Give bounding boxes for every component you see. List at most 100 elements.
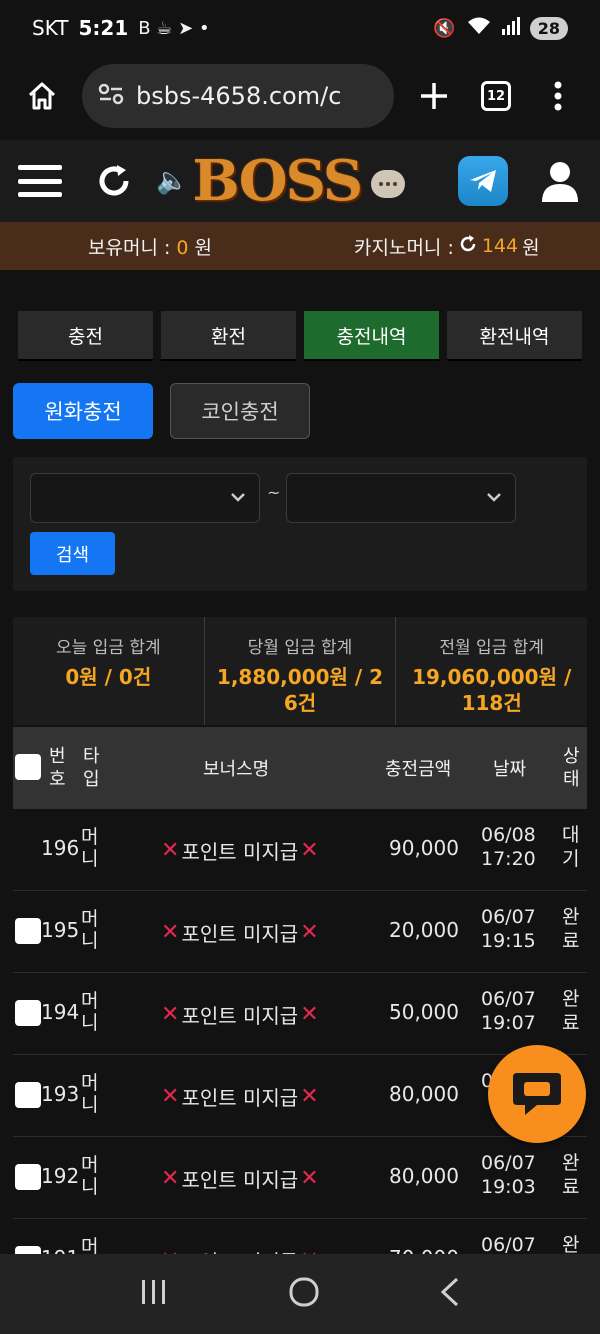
- casino-money-unit: 원: [522, 236, 540, 259]
- row-date: 06/07 19:15: [481, 906, 536, 952]
- subtab-krw-deposit[interactable]: 원화충전: [13, 383, 153, 439]
- mute-icon: 🔇: [433, 17, 456, 39]
- hold-money-label: 보유머니 :: [88, 236, 177, 259]
- back-icon[interactable]: [439, 1277, 461, 1311]
- table-row[interactable]: 196 머 니 ✕ 포인트 미지급 ✕ 90,000 06/08 17:20 대 기: [13, 809, 587, 891]
- row-amount: 80,000: [389, 1164, 459, 1188]
- hold-money-unit: 원: [188, 236, 213, 259]
- row-status: 대 기: [562, 824, 580, 870]
- summary-this-month: 당월 입금 합계 1,880,000원 / 26건: [203, 617, 396, 725]
- row-type: 머 니: [81, 990, 99, 1034]
- row-amount: 20,000: [389, 918, 459, 942]
- tab-switcher-button[interactable]: 12: [474, 74, 518, 118]
- deposit-summary: 오늘 입금 합계 0원 / 0건 당월 입금 합계 1,880,000원 / 2…: [13, 617, 587, 725]
- notification-icons: B ☕ ➤ •: [138, 17, 210, 39]
- select-all-checkbox[interactable]: [15, 754, 41, 780]
- hold-money: 보유머니 : 0 원: [88, 233, 212, 260]
- table-row[interactable]: 192 머 니 ✕ 포인트 미지급 ✕ 80,000 06/07 19:03 완 료: [13, 1137, 587, 1219]
- summary-label: 당월 입금 합계: [247, 638, 353, 658]
- status-bar: SKT 5:21 B ☕ ➤ • 🔇 28: [0, 0, 600, 56]
- row-amount: 90,000: [389, 836, 459, 860]
- tab-withdraw-history[interactable]: 환전내역: [447, 311, 582, 361]
- summary-value: 1,880,000원 / 26건: [216, 665, 384, 715]
- cross-mark-icon: ✕: [161, 1166, 180, 1191]
- url-text[interactable]: bsbs-4658.com/c: [136, 82, 341, 110]
- logo[interactable]: 🔈 BOSS: [156, 148, 406, 214]
- sound-off-icon[interactable]: 🔈: [156, 166, 188, 196]
- address-bar[interactable]: bsbs-4658.com/c: [82, 64, 394, 128]
- row-bonus-text: 포인트 미지급: [181, 1004, 299, 1028]
- clock: 5:21: [78, 16, 129, 40]
- user-icon[interactable]: [538, 159, 582, 203]
- chevron-down-icon: [229, 488, 247, 510]
- search-button[interactable]: 검색: [30, 532, 115, 575]
- table-row[interactable]: 194 머 니 ✕ 포인트 미지급 ✕ 50,000 06/07 19:07 완 료: [13, 973, 587, 1055]
- start-date-select[interactable]: [30, 473, 260, 523]
- summary-label: 오늘 입금 합계: [56, 638, 161, 658]
- cross-mark-icon: ✕: [300, 1084, 319, 1109]
- row-date: 06/08 17:20: [481, 824, 536, 870]
- header-date: 날짜: [493, 759, 527, 780]
- table-row[interactable]: 195 머 니 ✕ 포인트 미지급 ✕ 20,000 06/07 19:15 완 료: [13, 891, 587, 973]
- chat-bubble-icon: [371, 170, 406, 198]
- row-checkbox[interactable]: [15, 1164, 41, 1190]
- hamburger-menu-icon[interactable]: [18, 165, 62, 197]
- row-number: 193: [41, 1082, 80, 1106]
- tab-withdraw[interactable]: 환전: [161, 311, 296, 361]
- summary-today: 오늘 입금 합계 0원 / 0건: [13, 617, 204, 725]
- tab-count: 12: [481, 81, 511, 111]
- row-date: 06/07 19:03: [481, 1152, 536, 1198]
- wifi-icon: [466, 16, 492, 41]
- site-settings-icon[interactable]: [98, 83, 124, 109]
- cross-mark-icon: ✕: [161, 1084, 180, 1109]
- row-status: 완 료: [562, 1152, 580, 1198]
- cross-mark-icon: ✕: [161, 838, 180, 863]
- header-amount: 충전금액: [385, 759, 452, 780]
- new-tab-icon[interactable]: [412, 74, 456, 118]
- money-bar: 보유머니 : 0 원 카지노머니 : 144 원: [0, 222, 600, 270]
- table-header: 번 호 타 입 보너스명 충전금액 날짜 상 태: [13, 727, 587, 809]
- row-type: 머 니: [81, 908, 99, 952]
- row-bonus-text: 포인트 미지급: [181, 922, 299, 946]
- row-date: 06/07 19:07: [481, 988, 536, 1034]
- row-checkbox[interactable]: [15, 1082, 41, 1108]
- end-date-select[interactable]: [286, 473, 516, 523]
- row-bonus: ✕포인트 미지급✕: [161, 1082, 319, 1111]
- header-status: 상 태: [563, 746, 580, 790]
- hold-money-value: 0: [176, 236, 189, 259]
- battery-indicator: 28: [529, 16, 568, 40]
- date-range-separator: ~: [267, 483, 281, 502]
- recent-apps-icon[interactable]: [139, 1278, 169, 1310]
- row-number: 195: [41, 918, 80, 942]
- summary-value: 19,060,000원 / 118건: [412, 665, 572, 715]
- row-amount: 50,000: [389, 1000, 459, 1024]
- row-number: 192: [41, 1164, 80, 1188]
- casino-money: 카지노머니 : 144 원: [354, 233, 540, 260]
- row-status: 완 료: [562, 906, 580, 952]
- casino-money-label: 카지노머니 :: [354, 236, 454, 259]
- summary-last-month: 전월 입금 합계 19,060,000원 / 118건: [395, 617, 587, 725]
- home-icon[interactable]: [20, 74, 64, 118]
- cross-mark-icon: ✕: [300, 1166, 319, 1191]
- more-menu-icon[interactable]: [536, 74, 580, 118]
- site-header: 🔈 BOSS: [0, 140, 600, 222]
- row-type: 머 니: [81, 1154, 99, 1198]
- subtab-coin-deposit[interactable]: 코인충전: [170, 383, 310, 439]
- deposit-history-table: 번 호 타 입 보너스명 충전금액 날짜 상 태 196 머 니 ✕ 포인트 미지급 ✕…: [13, 727, 587, 1301]
- system-navigation-bar: [0, 1254, 600, 1334]
- row-number: 194: [41, 1000, 80, 1024]
- row-checkbox[interactable]: [15, 918, 41, 944]
- main-tabs: 충전 환전 충전내역 환전내역: [18, 311, 582, 361]
- tab-deposit[interactable]: 충전: [18, 311, 153, 361]
- tab-deposit-history[interactable]: 충전내역: [304, 311, 439, 361]
- cross-mark-icon: ✕: [300, 838, 319, 863]
- row-checkbox[interactable]: [15, 1000, 41, 1026]
- home-button-icon[interactable]: [288, 1276, 320, 1312]
- chevron-down-icon: [485, 488, 503, 510]
- telegram-icon[interactable]: [458, 156, 508, 206]
- refresh-icon[interactable]: [92, 159, 136, 203]
- live-chat-button[interactable]: [488, 1045, 586, 1143]
- row-type: 머 니: [81, 1072, 99, 1116]
- casino-refresh-icon[interactable]: [458, 234, 478, 259]
- header-bonus: 보너스명: [203, 759, 270, 780]
